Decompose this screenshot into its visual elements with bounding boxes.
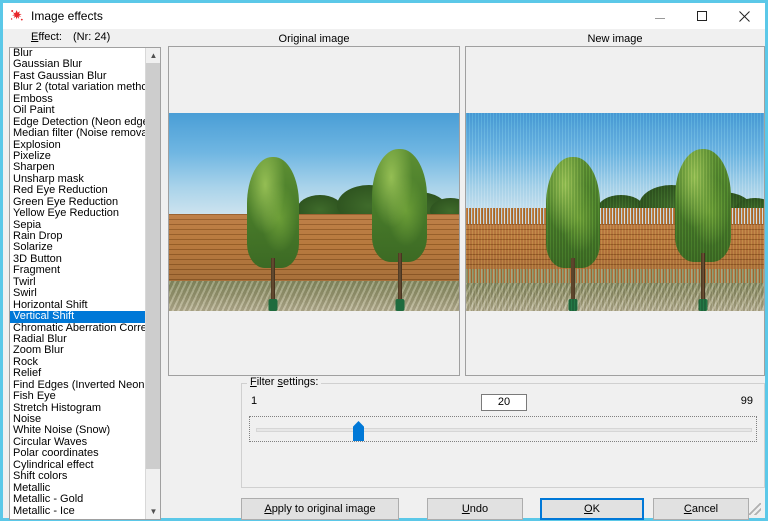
original-image-preview[interactable] [168, 46, 460, 376]
filter-settings-caption: Filter settings: [247, 376, 322, 388]
new-image-caption: New image [587, 33, 643, 45]
slider-thumb[interactable] [353, 421, 364, 441]
cancel-button[interactable]: Cancel [653, 498, 749, 520]
effect-list-item[interactable]: Relief [10, 367, 146, 379]
effect-list-item[interactable]: Fish Eye [10, 390, 146, 402]
window-controls [639, 3, 765, 29]
effect-list-item[interactable]: Median filter (Noise removal) [10, 127, 146, 139]
effect-list-scrollbar[interactable]: ▲ ▼ [145, 48, 160, 519]
effect-list-item[interactable]: Metallic - Gold [10, 493, 146, 505]
scrollbar-thumb[interactable] [146, 63, 160, 469]
chevron-down-icon[interactable]: ▼ [146, 504, 160, 519]
effect-list-items[interactable]: Blur Gaussian Blur Fast Gaussian Blur Blur … [10, 48, 146, 519]
effect-list-item[interactable]: Vertical Shift [10, 310, 146, 323]
effect-list-item[interactable]: Oil Paint [10, 104, 146, 116]
effect-list-item[interactable]: Swirl [10, 287, 146, 299]
effect-list-item[interactable]: Yellow Eye Reduction [10, 207, 146, 219]
scrollbar-track[interactable] [146, 63, 160, 504]
slider-min-label: 1 [251, 395, 258, 407]
maximize-icon[interactable] [681, 3, 723, 29]
vertical-shift-distortion [466, 113, 764, 311]
new-image-preview[interactable] [465, 46, 765, 376]
effect-number: (Nr: 24) [73, 31, 111, 43]
minimize-icon[interactable] [639, 3, 681, 29]
effect-list-item[interactable]: Metallic - Ice [10, 505, 146, 517]
chevron-up-icon[interactable]: ▲ [146, 48, 160, 63]
effect-list[interactable]: Blur Gaussian Blur Fast Gaussian Blur Blur … [9, 47, 161, 520]
close-icon[interactable] [723, 3, 765, 29]
image-effects-window: Image effects Effect: (Nr: 24) Blur Gauss… [0, 0, 768, 521]
effect-label: Effect: [31, 31, 62, 43]
ok-button[interactable]: OK [540, 498, 644, 520]
filter-value-input[interactable]: 20 [481, 394, 527, 411]
splatter-icon [9, 8, 25, 24]
filter-slider[interactable] [249, 416, 757, 442]
original-image-caption: Original image [278, 33, 350, 45]
slider-max-label: 99 [740, 395, 753, 407]
new-image [466, 113, 764, 311]
title-bar: Image effects [3, 3, 765, 29]
resize-grip[interactable] [749, 503, 761, 515]
window-title: Image effects [31, 9, 103, 23]
original-image [169, 113, 459, 311]
apply-to-original-image-button[interactable]: Apply to original image [241, 498, 399, 520]
effect-list-item[interactable]: Shift colors [10, 470, 146, 482]
undo-button[interactable]: Undo [427, 498, 523, 520]
effect-list-item[interactable]: Red Eye Reduction [10, 184, 146, 196]
slider-track[interactable] [256, 428, 752, 432]
